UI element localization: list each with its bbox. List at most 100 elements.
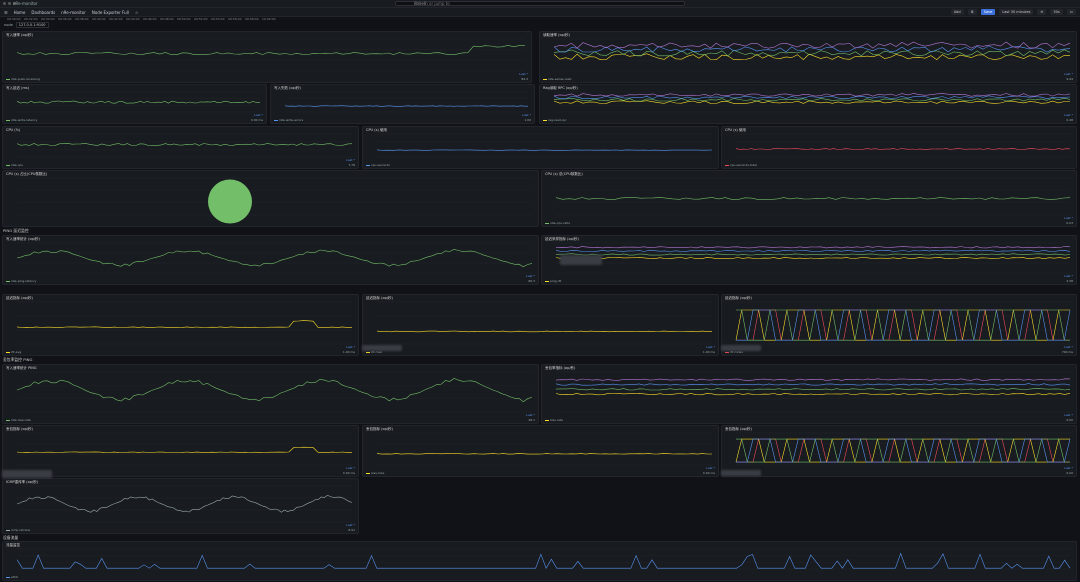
panel-p5[interactable]: Rag读取 RPC (op/秒) rag-read-rpc Last * 0.48 bbox=[539, 84, 1077, 124]
refresh-button[interactable]: 30s bbox=[1050, 9, 1063, 15]
variable-select[interactable]: 127.0.0.1:9100 bbox=[15, 22, 49, 28]
panel-chart bbox=[16, 242, 533, 274]
legend-value: 7.78 bbox=[348, 163, 355, 167]
row-title: 设备流量 bbox=[3, 535, 19, 540]
series-line bbox=[555, 378, 1071, 381]
panel-p18[interactable]: 丢包指标 (op/秒)loss-avgLast *0.00 ms bbox=[2, 425, 359, 477]
panel-p10[interactable]: CPU (s) 总(CPU核数比) n9e-cpu-ratio Last * 0.03 bbox=[541, 170, 1077, 227]
legend-header[interactable]: Last * bbox=[346, 523, 355, 527]
legend-item[interactable]: loss-rate bbox=[545, 418, 563, 422]
browser-tab-title[interactable]: n9e-monitor bbox=[13, 1, 38, 6]
breadcrumb-dashboards[interactable]: Dashboards bbox=[31, 10, 55, 15]
variables-row: node 127.0.0.1:9100 bbox=[4, 22, 49, 28]
panel-p1[interactable]: 写入速率 (op/秒) n9e-push-receiving Last * 84.3 bbox=[2, 31, 532, 83]
legend-item[interactable]: n9e-push-receiving bbox=[6, 77, 40, 81]
legend-item[interactable]: cpu-seconds-total bbox=[725, 163, 757, 167]
legend-header[interactable]: Last * bbox=[706, 466, 715, 470]
legend-item[interactable]: rtt-avg bbox=[6, 350, 21, 354]
panel-p16[interactable]: 写入速率统计 PING n9e-loss-rate Last * 28.1 bbox=[2, 364, 539, 424]
legend-header[interactable]: Last * bbox=[346, 345, 355, 349]
legend-item[interactable]: rag-read-rpc bbox=[543, 118, 567, 122]
menu-icon[interactable]: ☰ bbox=[4, 10, 8, 15]
panel-p6[interactable]: CPU (%) n9e-cpu Last * 7.78 bbox=[2, 126, 359, 169]
row-header-ping[interactable]: PING 延迟监控 bbox=[0, 228, 1080, 234]
save-button[interactable]: Save bbox=[980, 9, 996, 15]
panel-p11[interactable]: 写入速率统计 (op/秒) n9e-ping-latency Last * 66.3 bbox=[2, 235, 539, 285]
legend-header[interactable]: Last * bbox=[519, 72, 528, 76]
legend-header[interactable]: Last * bbox=[254, 113, 263, 117]
legend-label: n9e-push-receiving bbox=[11, 77, 40, 81]
legend-header[interactable]: Last * bbox=[1064, 345, 1073, 349]
star-icon[interactable]: ☆ bbox=[135, 10, 139, 15]
legend-header[interactable]: Last * bbox=[706, 345, 715, 349]
panel-p2[interactable]: 读取速率 (op/秒) n9e-series-read Last * 9.94 bbox=[539, 31, 1077, 83]
legend-header[interactable]: Last * bbox=[1064, 216, 1073, 220]
legend-item[interactable]: n9e-cpu bbox=[6, 163, 23, 167]
panel-p21[interactable]: ICMP重传率 (op/秒) icmp-retrans Last * 8.91 bbox=[2, 478, 359, 534]
legend-label: cpu-seconds bbox=[371, 163, 390, 167]
legend-header[interactable]: Last * bbox=[1064, 72, 1073, 76]
search-input[interactable]: Search or jump to ctrl+k bbox=[395, 1, 685, 6]
legend-header[interactable]: Last * bbox=[346, 466, 355, 470]
legend-item[interactable]: n9e-loss-rate bbox=[6, 418, 31, 422]
breadcrumb-home[interactable]: Home bbox=[14, 10, 26, 15]
panel-p19[interactable]: 丢包指标 (op/秒) loss-max Last * 0.00 ms bbox=[362, 425, 719, 477]
legend-label: cpu-seconds-total bbox=[730, 163, 757, 167]
panel-p9[interactable]: CPU (s) 占比(CPU核数比) bbox=[2, 170, 539, 227]
panel-p15[interactable]: 延迟指标 (op/秒) rtt-mdev Last * 790 ms bbox=[721, 294, 1077, 356]
panel-p12[interactable]: 延迟采样指标 (op/秒) ping-rtt Last * 2.38 bbox=[541, 235, 1077, 285]
row-header-traffic[interactable]: 设备流量 bbox=[0, 535, 1080, 541]
panel-chart bbox=[555, 177, 1071, 216]
legend-header[interactable]: Last * bbox=[1064, 413, 1073, 417]
legend-item[interactable]: cpu-seconds bbox=[366, 163, 390, 167]
legend-header[interactable]: Last * bbox=[526, 274, 535, 278]
settings-icon[interactable]: ⚙ bbox=[967, 9, 977, 15]
breadcrumb-folder[interactable]: n9e-monitor bbox=[61, 10, 86, 15]
zoom-out-icon[interactable]: ⊖ bbox=[1037, 9, 1047, 15]
time-tick: 09:42:00 bbox=[109, 17, 123, 21]
legend-label: eth0 bbox=[11, 575, 18, 579]
panel-p7[interactable]: CPU (s) 使用 cpu-seconds bbox=[362, 126, 719, 169]
legend-swatch bbox=[6, 78, 10, 80]
panel-p8[interactable]: CPU (s) 使用 cpu-seconds-total bbox=[721, 126, 1077, 169]
legend-item[interactable]: n9e-write-errors bbox=[274, 118, 303, 122]
panel-p3[interactable]: 写入延迟 (ms) n9e-write-latency Last * 0.00 ms bbox=[2, 84, 267, 124]
series-line bbox=[555, 246, 1071, 249]
legend-value: 0.00 bbox=[1066, 418, 1073, 422]
legend-item[interactable]: ping-rtt bbox=[545, 279, 561, 283]
panel-chart bbox=[376, 432, 712, 466]
legend-item[interactable]: icmp-retrans bbox=[6, 528, 30, 532]
legend-label: loss-rate bbox=[550, 418, 563, 422]
time-tick: 10:00:00 bbox=[262, 17, 276, 21]
panel-p14[interactable]: 延迟指标 (op/秒) rtt-max Last * 1.00 ms bbox=[362, 294, 719, 356]
legend-header[interactable]: Last * bbox=[1064, 466, 1073, 470]
legend-header[interactable]: Last * bbox=[526, 413, 535, 417]
legend-item[interactable]: n9e-write-latency bbox=[6, 118, 37, 122]
legend-header[interactable]: Last * bbox=[346, 158, 355, 162]
add-button[interactable]: Add bbox=[950, 9, 964, 15]
legend-label: loss-max bbox=[371, 471, 385, 475]
redacted-block bbox=[2, 470, 52, 478]
panel-p4[interactable]: 写入失败 (op/秒) n9e-write-errors Last * 1.00 bbox=[270, 84, 535, 124]
panel-p17[interactable]: 丢包率指标 (op/秒) loss-rate Last * 0.00 bbox=[541, 364, 1077, 424]
panel-p20[interactable]: 丢包指标 (op/秒)loss-mdevLast *0.00 bbox=[721, 425, 1077, 477]
series-line bbox=[16, 446, 352, 453]
row-header-loss[interactable]: 丢包率监控 PING bbox=[0, 357, 1080, 363]
legend-swatch bbox=[725, 164, 729, 166]
tv-mode-icon[interactable]: ▭ bbox=[1066, 9, 1076, 15]
legend-header[interactable]: Last * bbox=[1064, 113, 1073, 117]
legend-item[interactable]: n9e-cpu-ratio bbox=[545, 221, 570, 225]
breadcrumb-dashboard[interactable]: Node Exporter Full bbox=[92, 10, 129, 15]
panel-chart bbox=[735, 301, 1071, 345]
legend-label: icmp-retrans bbox=[11, 528, 31, 532]
time-picker[interactable]: Last 30 minutes bbox=[999, 9, 1034, 15]
panel-p13[interactable]: 延迟指标 (op/秒) rtt-avg Last * 1.00 ms bbox=[2, 294, 359, 356]
series-line bbox=[553, 53, 1071, 61]
legend-item[interactable]: eth0 bbox=[6, 575, 18, 579]
legend-header[interactable]: Last * bbox=[522, 113, 531, 117]
legend-header[interactable]: Last * bbox=[1064, 274, 1073, 278]
legend-item[interactable]: n9e-series-read bbox=[543, 77, 571, 81]
legend-item[interactable]: loss-max bbox=[366, 471, 384, 475]
panel-p22[interactable]: 流量监控 eth0 bbox=[2, 541, 1077, 581]
legend-item[interactable]: n9e-ping-latency bbox=[6, 279, 36, 283]
